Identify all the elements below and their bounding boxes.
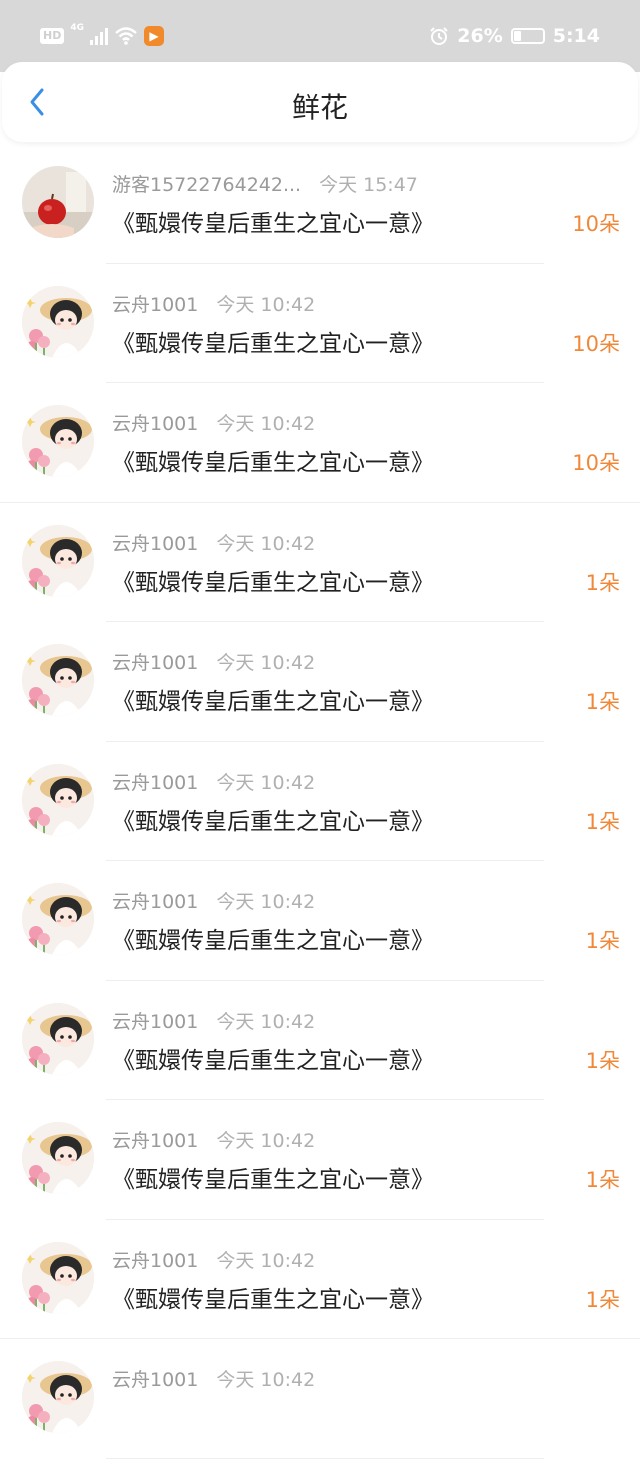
- flower-count: 1朵: [585, 570, 620, 595]
- list-item[interactable]: 云舟1001 今天 10:42 《甄嬛传皇后重生之宜心一意》 1朵: [0, 1100, 640, 1220]
- list-item[interactable]: 云舟1001 今天 10:42 《甄嬛传皇后重生之宜心一意》 1朵: [0, 1220, 640, 1339]
- book-title: 《甄嬛传皇后重生之宜心一意》: [112, 808, 434, 835]
- avatar[interactable]: [22, 883, 94, 955]
- user-line: 云舟1001 今天 10:42: [112, 648, 315, 675]
- avatar[interactable]: [22, 405, 94, 477]
- username: 云舟1001: [112, 1369, 199, 1391]
- battery-percent: 26%: [457, 25, 503, 47]
- avatar[interactable]: [22, 1241, 94, 1314]
- username: 云舟1001: [112, 532, 199, 555]
- page-title: 鲜花: [291, 91, 348, 124]
- avatar[interactable]: [22, 524, 94, 597]
- username: 云舟1001: [112, 891, 199, 913]
- timestamp: 今天 10:42: [216, 1010, 316, 1033]
- flower-count: 1朵: [585, 1048, 620, 1073]
- avatar[interactable]: [22, 285, 94, 358]
- clock: 5:14: [552, 25, 600, 47]
- timestamp: 今天 10:42: [216, 652, 316, 674]
- username: 云舟1001: [112, 1130, 199, 1152]
- list-item[interactable]: 云舟1001 今天 10:42 《甄嬛传皇后重生之宜心一意》 1朵: [0, 742, 640, 861]
- flower-count: 1朵: [585, 1168, 620, 1192]
- divider: [106, 1457, 544, 1459]
- user-line: 云舟1001 今天 10:42: [112, 529, 315, 556]
- hd-icon: HD: [40, 28, 65, 44]
- flower-count: 10朵: [572, 212, 620, 236]
- book-title: 《甄嬛传皇后重生之宜心一意》: [112, 928, 434, 954]
- user-line: 云舟1001 今天 10:42: [112, 1365, 315, 1392]
- book-title: 《甄嬛传皇后重生之宜心一意》: [112, 569, 434, 596]
- flower-list: 游客15722764242... 今天 15:47 《甄嬛传皇后重生之宜心一意》 10…: [0, 144, 640, 1459]
- book-title: 《甄嬛传皇后重生之宜心一意》: [112, 211, 434, 237]
- timestamp: 今天 10:42: [216, 1369, 316, 1391]
- book-title: 《甄嬛传皇后重生之宜心一意》: [112, 689, 434, 715]
- avatar[interactable]: [22, 763, 94, 836]
- list-item[interactable]: 云舟1001 今天 10:42 《甄嬛传皇后重生之宜心一意》 10朵: [0, 383, 640, 503]
- book-title: 《甄嬛传皇后重生之宜心一意》: [112, 330, 434, 357]
- network-type: 4G: [70, 23, 84, 33]
- book-title: 《甄嬛传皇后重生之宜心一意》: [112, 1286, 434, 1313]
- user-line: 云舟1001 今天 10:42: [112, 1126, 315, 1153]
- user-line: 云舟1001 今天 10:42: [112, 1007, 315, 1034]
- signal-icon: [90, 27, 108, 45]
- user-line: 游客15722764242... 今天 15:47: [112, 170, 418, 197]
- user-line: 云舟1001 今天 10:42: [112, 290, 315, 317]
- avatar[interactable]: [22, 1002, 94, 1075]
- list-item[interactable]: 云舟1001 今天 10:42 《甄嬛传皇后重生之宜心一意》 1朵: [0, 503, 640, 622]
- list-item[interactable]: 云舟1001 今天 10:42 《甄嬛传皇后重生之宜心一意》 10朵: [0, 264, 640, 383]
- flower-count: 10朵: [572, 331, 620, 356]
- list-item[interactable]: 云舟1001 今天 10:42 《甄嬛传皇后重生之宜心一意》 1朵: [0, 861, 640, 981]
- timestamp: 今天 10:42: [216, 771, 316, 794]
- book-title: 《甄嬛传皇后重生之宜心一意》: [112, 1047, 434, 1074]
- user-line: 云舟1001 今天 10:42: [112, 1246, 315, 1273]
- username: 云舟1001: [112, 1010, 199, 1033]
- status-right: 26% 5:14: [429, 22, 600, 50]
- list-item[interactable]: 云舟1001 今天 10:42 《甄嬛传皇后重生之宜心一意》 1朵: [0, 981, 640, 1100]
- status-left: HD 4G ▶: [40, 22, 164, 50]
- user-line: 云舟1001 今天 10:42: [112, 768, 315, 795]
- avatar[interactable]: [22, 1361, 94, 1433]
- nav-bar: 鲜花: [2, 62, 638, 142]
- username: 云舟1001: [112, 293, 199, 316]
- alarm-icon: [430, 27, 448, 45]
- user-line: 云舟1001 今天 10:42: [112, 887, 315, 914]
- app-badge-icon: ▶: [144, 26, 164, 46]
- timestamp: 今天 10:42: [216, 1249, 316, 1272]
- list-item[interactable]: 云舟1001 今天 10:42: [0, 1339, 640, 1459]
- avatar[interactable]: [22, 166, 94, 238]
- list-item[interactable]: 游客15722764242... 今天 15:47 《甄嬛传皇后重生之宜心一意》 10…: [0, 144, 640, 264]
- timestamp: 今天 10:42: [216, 532, 316, 555]
- wifi-icon: [115, 27, 137, 45]
- flower-count: 1朵: [585, 929, 620, 953]
- list-item[interactable]: 云舟1001 今天 10:42 《甄嬛传皇后重生之宜心一意》 1朵: [0, 622, 640, 742]
- timestamp: 今天 10:42: [216, 413, 316, 435]
- username: 游客15722764242...: [112, 174, 302, 196]
- flower-count: 1朵: [585, 1287, 620, 1312]
- flower-count: 10朵: [572, 451, 620, 475]
- timestamp: 今天 10:42: [216, 891, 316, 913]
- username: 云舟1001: [112, 771, 199, 794]
- book-title: 《甄嬛传皇后重生之宜心一意》: [112, 450, 434, 476]
- book-title: 《甄嬛传皇后重生之宜心一意》: [112, 1167, 434, 1193]
- timestamp: 今天 15:47: [319, 174, 418, 196]
- username: 云舟1001: [112, 1249, 199, 1272]
- username: 云舟1001: [112, 652, 199, 674]
- timestamp: 今天 10:42: [216, 293, 316, 316]
- battery-icon: [510, 28, 545, 44]
- username: 云舟1001: [112, 413, 199, 435]
- timestamp: 今天 10:42: [216, 1130, 316, 1152]
- flower-count: 1朵: [585, 690, 620, 714]
- avatar[interactable]: [22, 644, 94, 716]
- flower-count: 1朵: [585, 809, 620, 834]
- avatar[interactable]: [22, 1122, 94, 1194]
- user-line: 云舟1001 今天 10:42: [112, 409, 315, 436]
